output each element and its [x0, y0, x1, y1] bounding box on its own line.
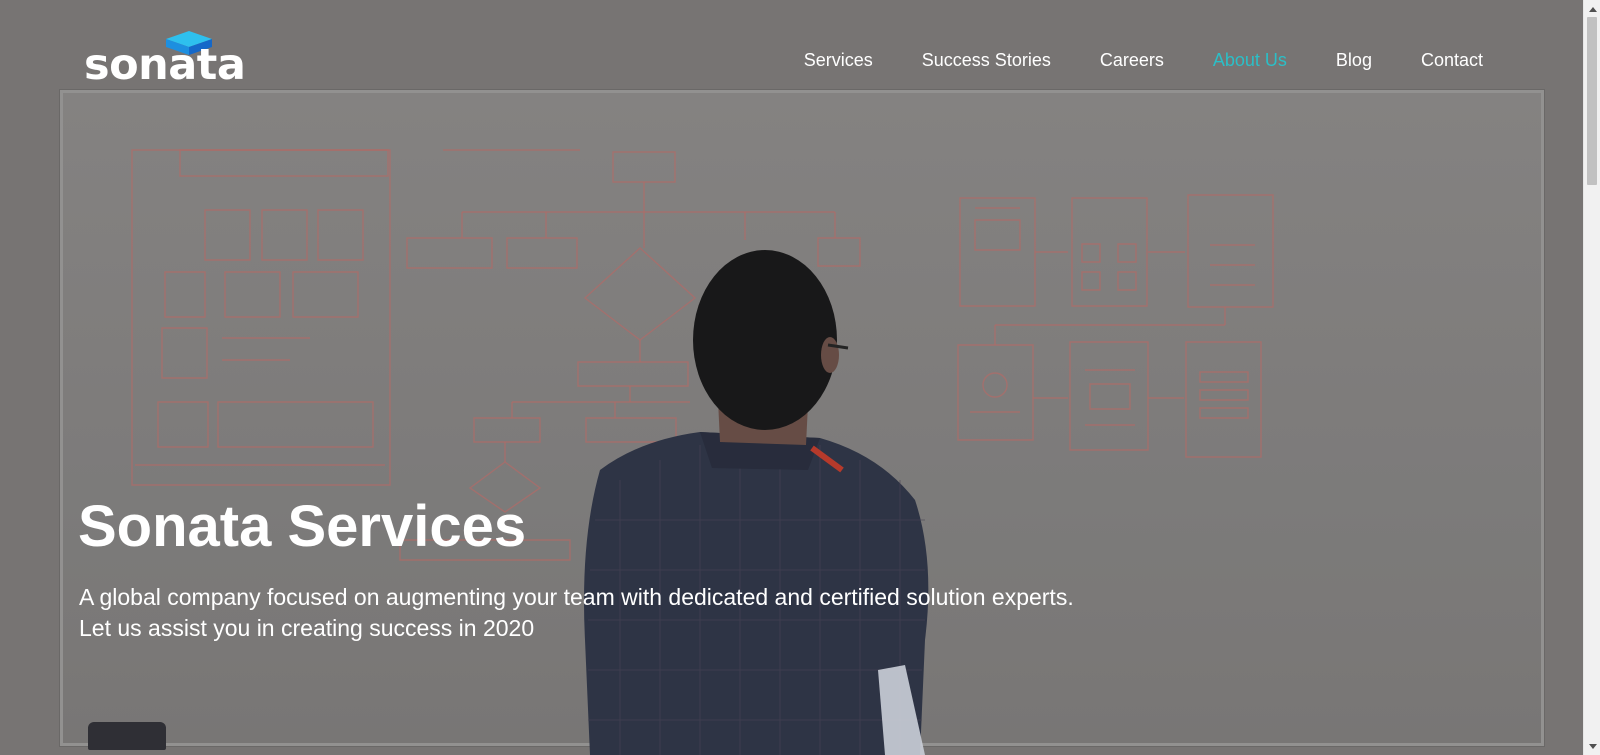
nav-about-us[interactable]: About Us: [1213, 48, 1287, 72]
hero-subtitle: A global company focused on augmenting y…: [79, 582, 1074, 644]
scroll-up-arrow-icon[interactable]: [1584, 0, 1600, 17]
scroll-down-arrow-icon[interactable]: [1584, 738, 1600, 755]
main-nav: Services Success Stories Careers About U…: [755, 48, 1483, 72]
nav-success-stories[interactable]: Success Stories: [922, 48, 1051, 72]
vertical-scrollbar[interactable]: [1583, 0, 1600, 755]
nav-blog[interactable]: Blog: [1336, 48, 1372, 72]
logo-wordmark: sonata: [84, 40, 246, 90]
hero-subtitle-line-2: Let us assist you in creating success in…: [79, 615, 535, 641]
nav-services[interactable]: Services: [804, 48, 873, 72]
logo-link[interactable]: sonata: [84, 30, 254, 92]
hero-subtitle-line-1: A global company focused on augmenting y…: [79, 584, 1074, 610]
page: sonata Services Success Stories Careers …: [0, 0, 1600, 755]
site-header: sonata Services Success Stories Careers …: [0, 0, 1583, 110]
scrollbar-thumb[interactable]: [1587, 17, 1597, 185]
nav-careers[interactable]: Careers: [1100, 48, 1164, 72]
hero-title: Sonata Services: [78, 494, 527, 559]
nav-contact[interactable]: Contact: [1421, 48, 1483, 72]
